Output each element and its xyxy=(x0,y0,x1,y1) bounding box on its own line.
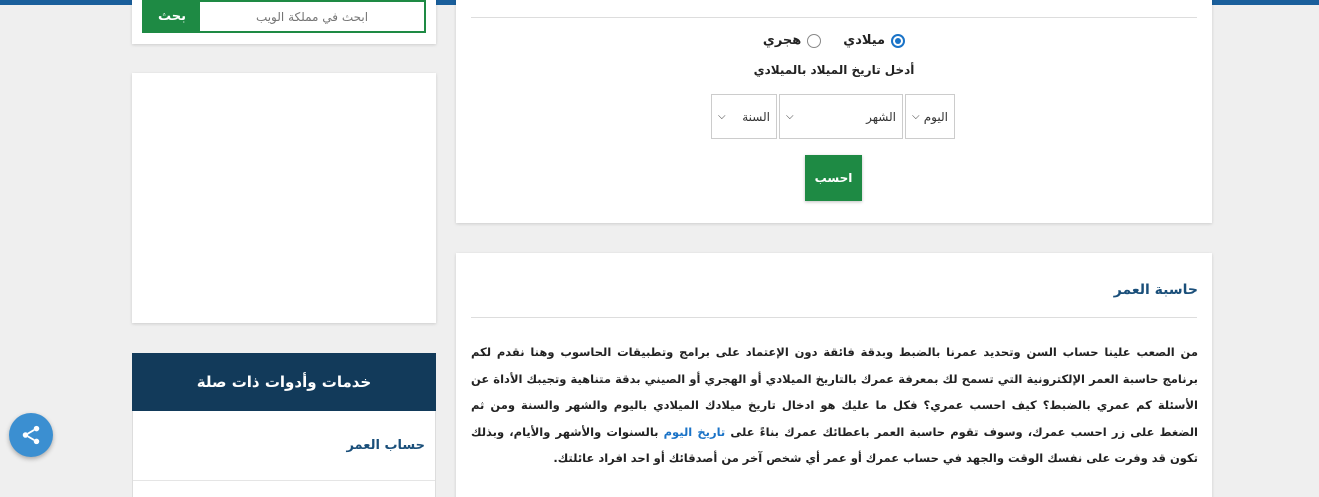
calculate-button[interactable]: احسب xyxy=(805,155,862,201)
calendar-type-group: ميلادي هجري xyxy=(456,33,1212,48)
age-calculator-form: ميلادي هجري أدخل تاريخ الميلاد بالميلادي… xyxy=(456,0,1212,223)
article-divider xyxy=(471,317,1197,318)
radio-hijri-label: هجري xyxy=(762,33,802,48)
date-selects: السنة ⌵ الشهر ⌵ اليوم ⌵ xyxy=(711,94,955,139)
related-services-list: حساب العمر xyxy=(132,411,436,497)
day-select-value: اليوم xyxy=(923,109,948,124)
year-select[interactable]: السنة ⌵ xyxy=(711,94,777,139)
search-input[interactable] xyxy=(200,2,424,31)
month-select[interactable]: الشهر ⌵ xyxy=(779,94,903,139)
month-select-value: الشهر xyxy=(866,109,896,124)
chevron-down-icon: ⌵ xyxy=(786,111,794,122)
related-services-header: خدمات وأدوات ذات صلة xyxy=(132,353,436,411)
article-title: حاسبة العمر xyxy=(1113,282,1198,298)
radio-gregorian-label: ميلادي xyxy=(843,33,886,48)
search-card: بحث xyxy=(132,0,436,44)
search-button[interactable]: بحث xyxy=(144,2,200,31)
search-box: بحث xyxy=(142,0,426,33)
radio-gregorian-dot[interactable] xyxy=(891,33,906,48)
radio-hijri[interactable]: هجري xyxy=(762,33,822,48)
year-select-value: السنة xyxy=(742,109,770,124)
related-item-age-calc[interactable]: حساب العمر xyxy=(133,411,435,481)
day-select[interactable]: اليوم ⌵ xyxy=(905,94,955,139)
article-body: من الصعب علينا حساب السن وتحديد عمرنا با… xyxy=(471,339,1198,472)
radio-gregorian[interactable]: ميلادي xyxy=(843,33,906,48)
share-button[interactable] xyxy=(9,413,53,457)
birthdate-prompt: أدخل تاريخ الميلاد بالميلادي xyxy=(753,63,915,77)
share-icon xyxy=(22,425,40,445)
chevron-down-icon: ⌵ xyxy=(912,111,920,122)
today-date-link[interactable]: تاريخ اليوم xyxy=(664,425,726,439)
chevron-down-icon: ⌵ xyxy=(718,111,726,122)
ad-placeholder xyxy=(132,73,436,323)
form-divider xyxy=(471,17,1197,18)
article-card: حاسبة العمر من الصعب علينا حساب السن وتح… xyxy=(456,253,1212,497)
radio-hijri-dot[interactable] xyxy=(807,33,822,48)
